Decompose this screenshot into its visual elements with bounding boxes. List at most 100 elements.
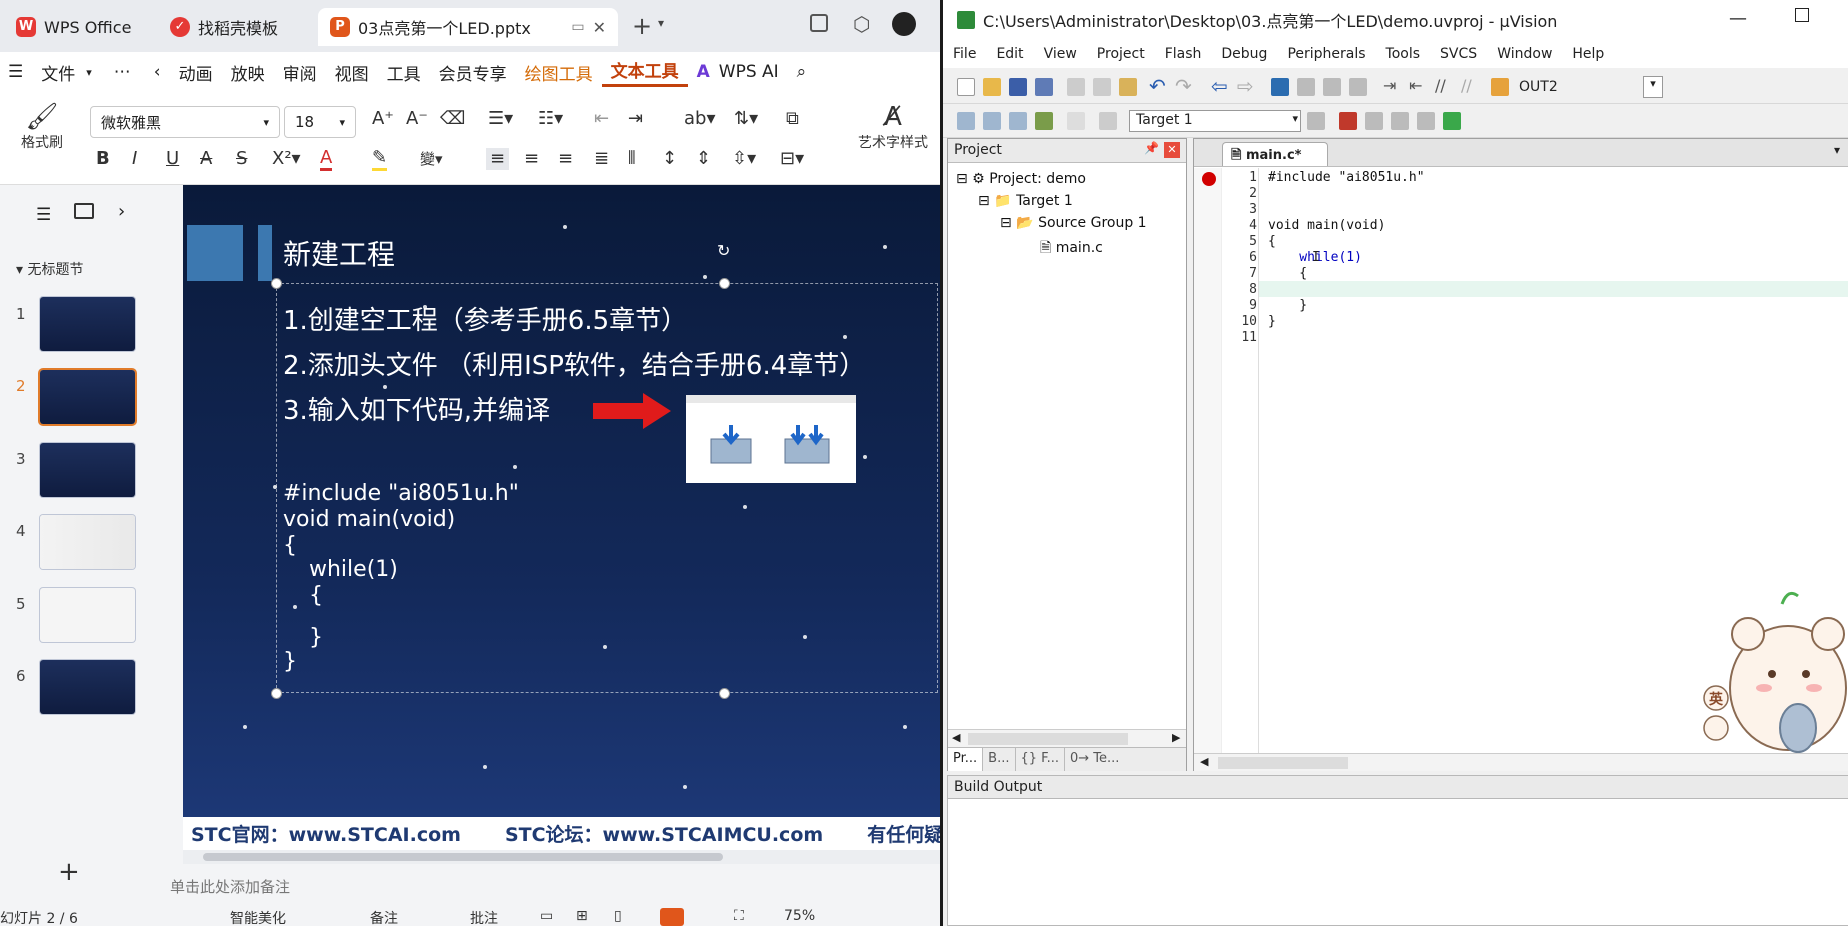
slide-thumbnail-1[interactable] [40,297,135,351]
code-area[interactable]: 1 2 3 4 5 6 7 8 9 10 11 #include "ai8051… [1194,168,1848,758]
tree-source-group[interactable]: ⊟ 📂 Source Group 1 [1000,215,1147,231]
paragraph-spacing-icon[interactable]: ⇕ [696,148,711,170]
software-packs-icon[interactable] [1443,112,1461,130]
resize-handle[interactable] [719,278,730,289]
smart-beautify-button[interactable]: 智能美化 [230,908,286,926]
fit-icon[interactable]: ⛶ [734,908,744,924]
phonetic-icon[interactable]: 變▾ [420,148,443,170]
chevron-down-icon[interactable]: ▾ [1834,143,1840,157]
menu-slideshow[interactable]: 放映 [222,60,274,85]
tree-target[interactable]: ⊟ 📁 Target 1 [978,193,1073,209]
menu-project[interactable]: Project [1087,46,1155,62]
play-slideshow-icon[interactable] [660,908,684,926]
comment-icon[interactable]: // [1435,76,1446,95]
batch-build-icon[interactable] [1035,112,1053,130]
target-select[interactable]: Target 1 ▾ [1129,110,1301,132]
highlight-icon[interactable]: ✎ [372,148,388,171]
tab-pptx[interactable]: P 03点亮第一个LED.pptx ▭ ✕ [318,8,618,46]
menu-text-tools[interactable]: 文本工具 [601,57,688,87]
menu-edit[interactable]: Edit [986,46,1033,62]
outline-view-icon[interactable]: ☰ [36,205,51,225]
italic-icon[interactable]: I [132,148,137,170]
breakpoint-icon[interactable] [1202,172,1216,186]
select-packs-icon[interactable] [1391,112,1409,130]
close-tab-icon[interactable]: ✕ [593,18,606,37]
tree-project[interactable]: ⊟ ⚙ Project: demo [956,171,1086,187]
pack-installer-icon[interactable] [1417,112,1435,130]
menu-view[interactable]: 视图 [326,60,378,85]
comment-button[interactable]: 批注 [470,908,498,926]
justify-icon[interactable]: ≣ [594,148,609,170]
manage-components-icon[interactable] [1339,112,1357,130]
font-shrink-icon[interactable]: A⁻ [406,108,428,130]
notes-toggle-button[interactable]: 备注 [370,908,398,926]
scroll-left-icon[interactable]: ◀ [952,731,960,744]
numbered-list-icon[interactable]: ☷▾ [538,108,563,130]
target-options-icon[interactable] [1307,112,1325,130]
tab-templates[interactable]: 0→ Te... [1065,748,1124,771]
sort-icon[interactable]: ⇅▾ [734,108,758,130]
minimize-icon[interactable]: — [1729,8,1747,29]
tab-wps-office[interactable]: W WPS Office [4,8,143,46]
hamburger-icon[interactable]: ☰ [0,62,32,82]
new-file-icon[interactable] [957,78,975,96]
horizontal-scrollbar[interactable] [183,850,940,864]
strikethrough-icon[interactable]: A [200,148,212,170]
build-icon[interactable] [983,112,1001,130]
scrollbar-thumb[interactable] [203,853,723,861]
slide-thumbnail-3[interactable] [40,443,135,497]
chevron-down-icon[interactable]: ▾ [658,16,664,30]
copy-icon[interactable] [1093,78,1111,96]
menu-svcs[interactable]: SVCS [1430,46,1487,62]
reading-view-icon[interactable]: ▯ [614,908,622,924]
menu-window[interactable]: Window [1487,46,1562,62]
chevron-right-icon[interactable]: › [118,201,125,222]
normal-view-icon[interactable]: ▭ [540,908,553,924]
paste-icon[interactable] [1119,78,1137,96]
scrollbar-thumb[interactable] [968,733,1128,745]
save-all-icon[interactable] [1035,78,1053,96]
slide-thumbnail-6[interactable] [40,660,135,714]
add-slide-icon[interactable]: + [58,857,80,887]
underline-icon[interactable]: U [166,148,179,170]
superscript-icon[interactable]: X²▾ [272,148,301,170]
search-icon[interactable]: ⌕ [788,62,816,82]
menu-wps-ai[interactable]: WPS AI [719,62,788,82]
nav-back-icon[interactable]: ⇦ [1211,74,1228,98]
menu-more[interactable]: ⋯ [94,62,140,82]
find-in-files-icon[interactable] [1491,78,1509,96]
shadow-icon[interactable]: S [236,148,247,170]
find-text[interactable]: OUT2 [1519,79,1558,95]
notes-area[interactable]: 单击此处添加备注 [160,868,940,908]
eraser-icon[interactable]: ⌫ [440,108,465,130]
window-icon[interactable] [810,14,828,32]
undo-icon[interactable]: ↶ [1149,74,1166,98]
grid-view-icon[interactable]: ⊞ [576,908,588,924]
menu-help[interactable]: Help [1562,46,1614,62]
font-color-icon[interactable]: A [320,148,333,171]
indent-icon[interactable]: ⇥ [1383,76,1396,95]
breakpoint-gutter[interactable] [1194,168,1222,758]
menu-member[interactable]: 会员专享 [430,60,516,85]
resize-handle[interactable] [271,688,282,699]
resize-handle[interactable] [719,688,730,699]
thumbnail-view-icon[interactable] [74,203,94,219]
slide-title[interactable]: 新建工程 [283,233,395,273]
distribute-icon[interactable]: ⫴ [628,148,636,170]
font-size-select[interactable]: 18 ▾ [284,106,356,138]
menu-draw-tools[interactable]: 绘图工具 [516,60,602,85]
bold-icon[interactable]: B [96,148,110,170]
file-extensions-icon[interactable] [1365,112,1383,130]
slide[interactable]: 新建工程 ↻ 1.创建空工程（参考手册6.5章节） 2.添加头文件 （利用ISP… [183,185,940,850]
scrollbar-thumb[interactable] [1218,757,1348,769]
zoom-level[interactable]: 75% [784,908,815,924]
chevron-down-icon[interactable]: ▾ [84,66,94,79]
tab-template[interactable]: ✓ 找稻壳模板 [158,8,290,46]
menu-review[interactable]: 审阅 [274,60,326,85]
menu-tools[interactable]: 工具 [378,60,430,85]
format-painter-button[interactable]: 🖌 格式刷 [16,102,68,154]
slide-thumbnail-2[interactable] [40,370,135,424]
decrease-indent-icon[interactable]: ⇤ [594,108,609,130]
editor-scrollbar[interactable]: ◀ [1194,753,1848,771]
translate-icon[interactable] [957,112,975,130]
